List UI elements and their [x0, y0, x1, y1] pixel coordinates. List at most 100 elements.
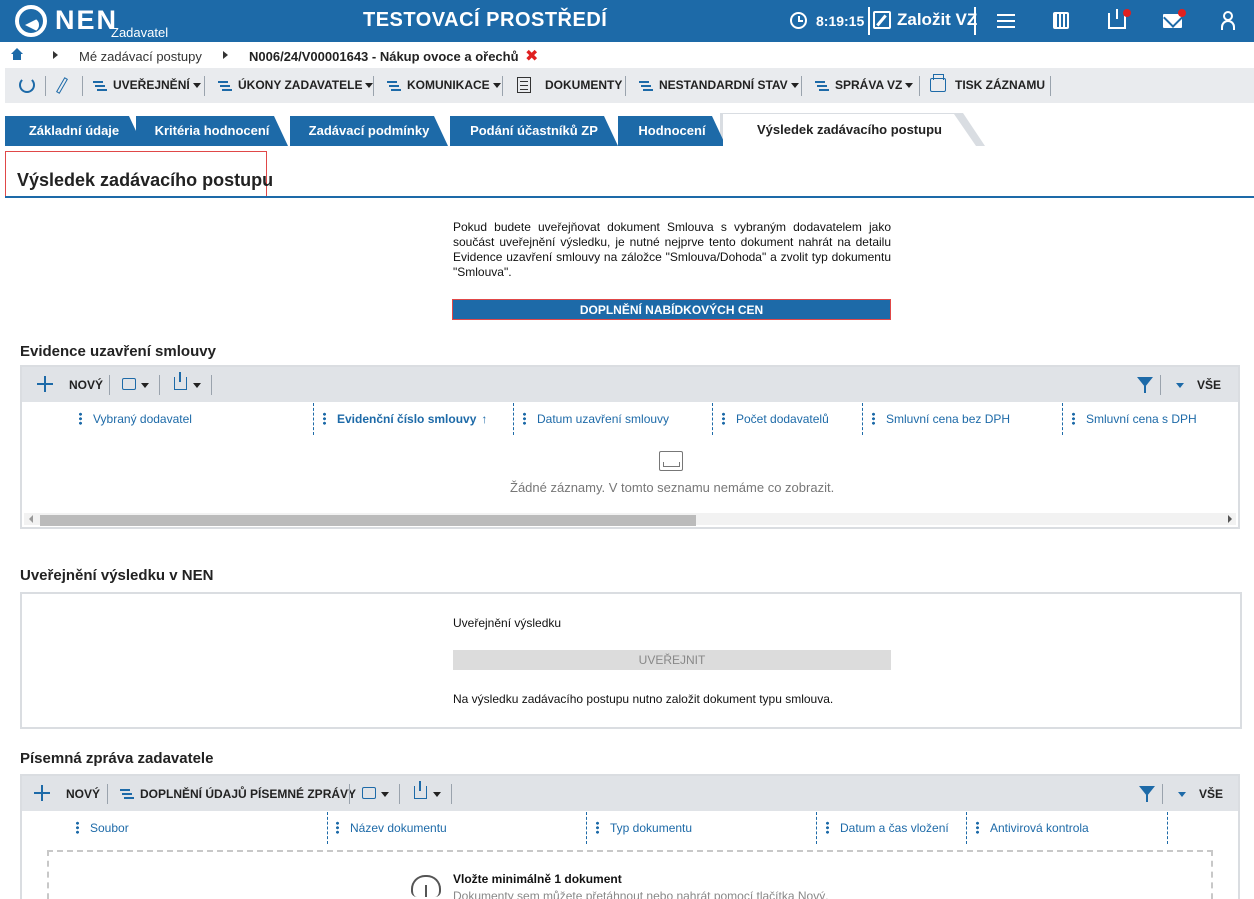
print-icon[interactable] [122, 378, 136, 390]
view-all-button[interactable]: VŠE [1197, 378, 1221, 392]
tab-basic-info[interactable]: Základní údaje [5, 116, 143, 146]
close-icon[interactable]: ✖ [525, 46, 538, 66]
tab-result[interactable]: Výsledek zadávacího postupu [723, 114, 976, 146]
divider [82, 76, 83, 96]
divider [109, 375, 110, 395]
dropzone-title: Vložte minimálně 1 dokument [453, 872, 622, 886]
divider [1160, 375, 1161, 395]
filter-icon[interactable] [1139, 786, 1155, 802]
list-icon [120, 788, 134, 800]
edit-icon[interactable] [873, 11, 891, 29]
column-header[interactable]: Název dokumentu [350, 821, 447, 835]
column-header[interactable]: Datum a čas vložení [840, 821, 949, 835]
chevron-down-icon[interactable] [193, 383, 201, 388]
tab-submissions[interactable]: Podání účastníků ZP [450, 116, 618, 146]
scroll-left-icon[interactable] [29, 515, 33, 523]
chevron-down-icon[interactable] [141, 383, 149, 388]
column-menu-icon[interactable] [872, 412, 875, 425]
tab-evaluation[interactable]: Hodnocení [618, 116, 726, 146]
column-divider [327, 812, 328, 844]
tab-criteria[interactable]: Kritéria hodnocení [136, 116, 288, 146]
column-divider [586, 812, 587, 844]
print-record-button[interactable]: TISK ZÁZNAMU [955, 78, 1045, 92]
communication-menu[interactable]: KOMUNIKACE [407, 78, 501, 92]
column-header[interactable]: Smluvní cena bez DPH [886, 412, 1010, 426]
export-icon[interactable] [174, 372, 187, 390]
report-section-title: Písemná zpráva zadavatele [20, 750, 214, 767]
action-toolbar: UVEŘEJNĚNÍ ÚKONY ZADAVATELE KOMUNIKACE D… [5, 68, 1254, 103]
user-icon[interactable] [1221, 11, 1235, 30]
column-menu-icon[interactable] [1072, 412, 1075, 425]
view-all-button[interactable]: VŠE [1199, 787, 1223, 801]
logo-text[interactable]: NEN [55, 5, 118, 36]
calculator-icon[interactable] [1053, 12, 1069, 29]
column-divider [313, 403, 314, 435]
divider [625, 76, 626, 96]
column-menu-icon[interactable] [722, 412, 725, 425]
new-document-button[interactable]: NOVÝ [66, 787, 100, 801]
menu-icon[interactable] [997, 14, 1015, 28]
dropzone-hint: Dokumenty sem můžete přetáhnout nebo nah… [453, 889, 829, 899]
info-text: Pokud budete uveřejňovat dokument Smlouv… [453, 220, 891, 279]
nonstandard-state-menu[interactable]: NESTANDARDNÍ STAV [659, 78, 799, 92]
column-menu-icon[interactable] [826, 821, 829, 834]
environment-title: TESTOVACÍ PROSTŘEDÍ [363, 9, 608, 31]
chevron-down-icon[interactable] [1178, 792, 1186, 797]
export-icon[interactable] [414, 781, 427, 799]
new-contract-button[interactable]: NOVÝ [69, 378, 103, 392]
create-vz-button[interactable]: Založit VZ [897, 10, 977, 30]
column-header[interactable]: Vybraný dodavatel [93, 412, 192, 426]
column-divider [816, 812, 817, 844]
tab-conditions[interactable]: Zadávací podmínky [290, 116, 448, 146]
chevron-down-icon[interactable] [1176, 383, 1184, 388]
divider [1050, 76, 1051, 96]
filter-icon[interactable] [1137, 377, 1153, 393]
divider [801, 76, 802, 96]
column-menu-icon[interactable] [336, 821, 339, 834]
plus-icon[interactable] [37, 376, 53, 392]
chevron-down-icon[interactable] [381, 792, 389, 797]
column-menu-icon[interactable] [596, 821, 599, 834]
column-header[interactable]: Typ dokumentu [610, 821, 692, 835]
column-header[interactable]: Smluvní cena s DPH [1086, 412, 1197, 426]
refresh-icon[interactable] [19, 77, 35, 93]
print-icon[interactable] [362, 787, 376, 799]
divider [502, 76, 503, 96]
breadcrumb-current-procedure[interactable]: N006/24/V00001643 - Nákup ovoce a ořechů [249, 49, 519, 64]
top-bar: NEN Zadavatel TESTOVACÍ PROSTŘEDÍ 8:19:1… [0, 0, 1254, 42]
page-title: Výsledek zadávacího postupu [17, 170, 274, 190]
column-menu-icon[interactable] [976, 821, 979, 834]
column-menu-icon[interactable] [79, 412, 82, 425]
column-header[interactable]: Počet dodavatelů [736, 412, 829, 426]
horizontal-scrollbar[interactable] [24, 513, 1236, 526]
column-menu-icon[interactable] [323, 412, 326, 425]
chevron-right-icon [223, 51, 228, 59]
plus-icon[interactable] [34, 785, 50, 801]
sort-ascending-icon[interactable]: ↑ [481, 412, 487, 426]
column-menu-icon[interactable] [523, 412, 526, 425]
pencil-icon[interactable] [56, 77, 68, 94]
divider [373, 76, 374, 96]
fill-report-button[interactable]: DOPLNĚNÍ ÚDAJŮ PÍSEMNÉ ZPRÁVY [140, 787, 356, 801]
scroll-right-icon[interactable] [1228, 515, 1232, 523]
nen-logo-icon[interactable] [15, 5, 47, 37]
column-header[interactable]: Antivirová kontrola [990, 821, 1089, 835]
heading-underline [5, 196, 1254, 198]
column-header[interactable]: Datum uzavření smlouvy [537, 412, 669, 426]
column-header[interactable]: Soubor [90, 821, 129, 835]
column-menu-icon[interactable] [76, 821, 79, 834]
management-menu[interactable]: SPRÁVA VZ [835, 78, 914, 92]
contracts-grid-toolbar: NOVÝ VŠE [22, 367, 1238, 402]
home-icon[interactable] [11, 48, 23, 62]
documents-button[interactable]: DOKUMENTY [545, 78, 622, 92]
acts-menu[interactable]: ÚKONY ZADAVATELE [238, 78, 374, 92]
logo-subtitle: Zadavatel [111, 25, 169, 40]
column-header[interactable]: Evidenční číslo smlouvy ↑ [337, 412, 487, 426]
publish-menu[interactable]: UVEŘEJNĚNÍ [113, 78, 201, 92]
fill-prices-button[interactable]: DOPLNĚNÍ NABÍDKOVÝCH CEN [452, 299, 891, 320]
scrollbar-thumb[interactable] [40, 515, 696, 526]
publish-button[interactable]: UVEŘEJNIT [453, 650, 891, 670]
chevron-down-icon[interactable] [433, 792, 441, 797]
breadcrumb: Mé zadávací postupy N006/24/V00001643 - … [0, 42, 1254, 68]
breadcrumb-my-procedures[interactable]: Mé zadávací postupy [79, 49, 202, 64]
